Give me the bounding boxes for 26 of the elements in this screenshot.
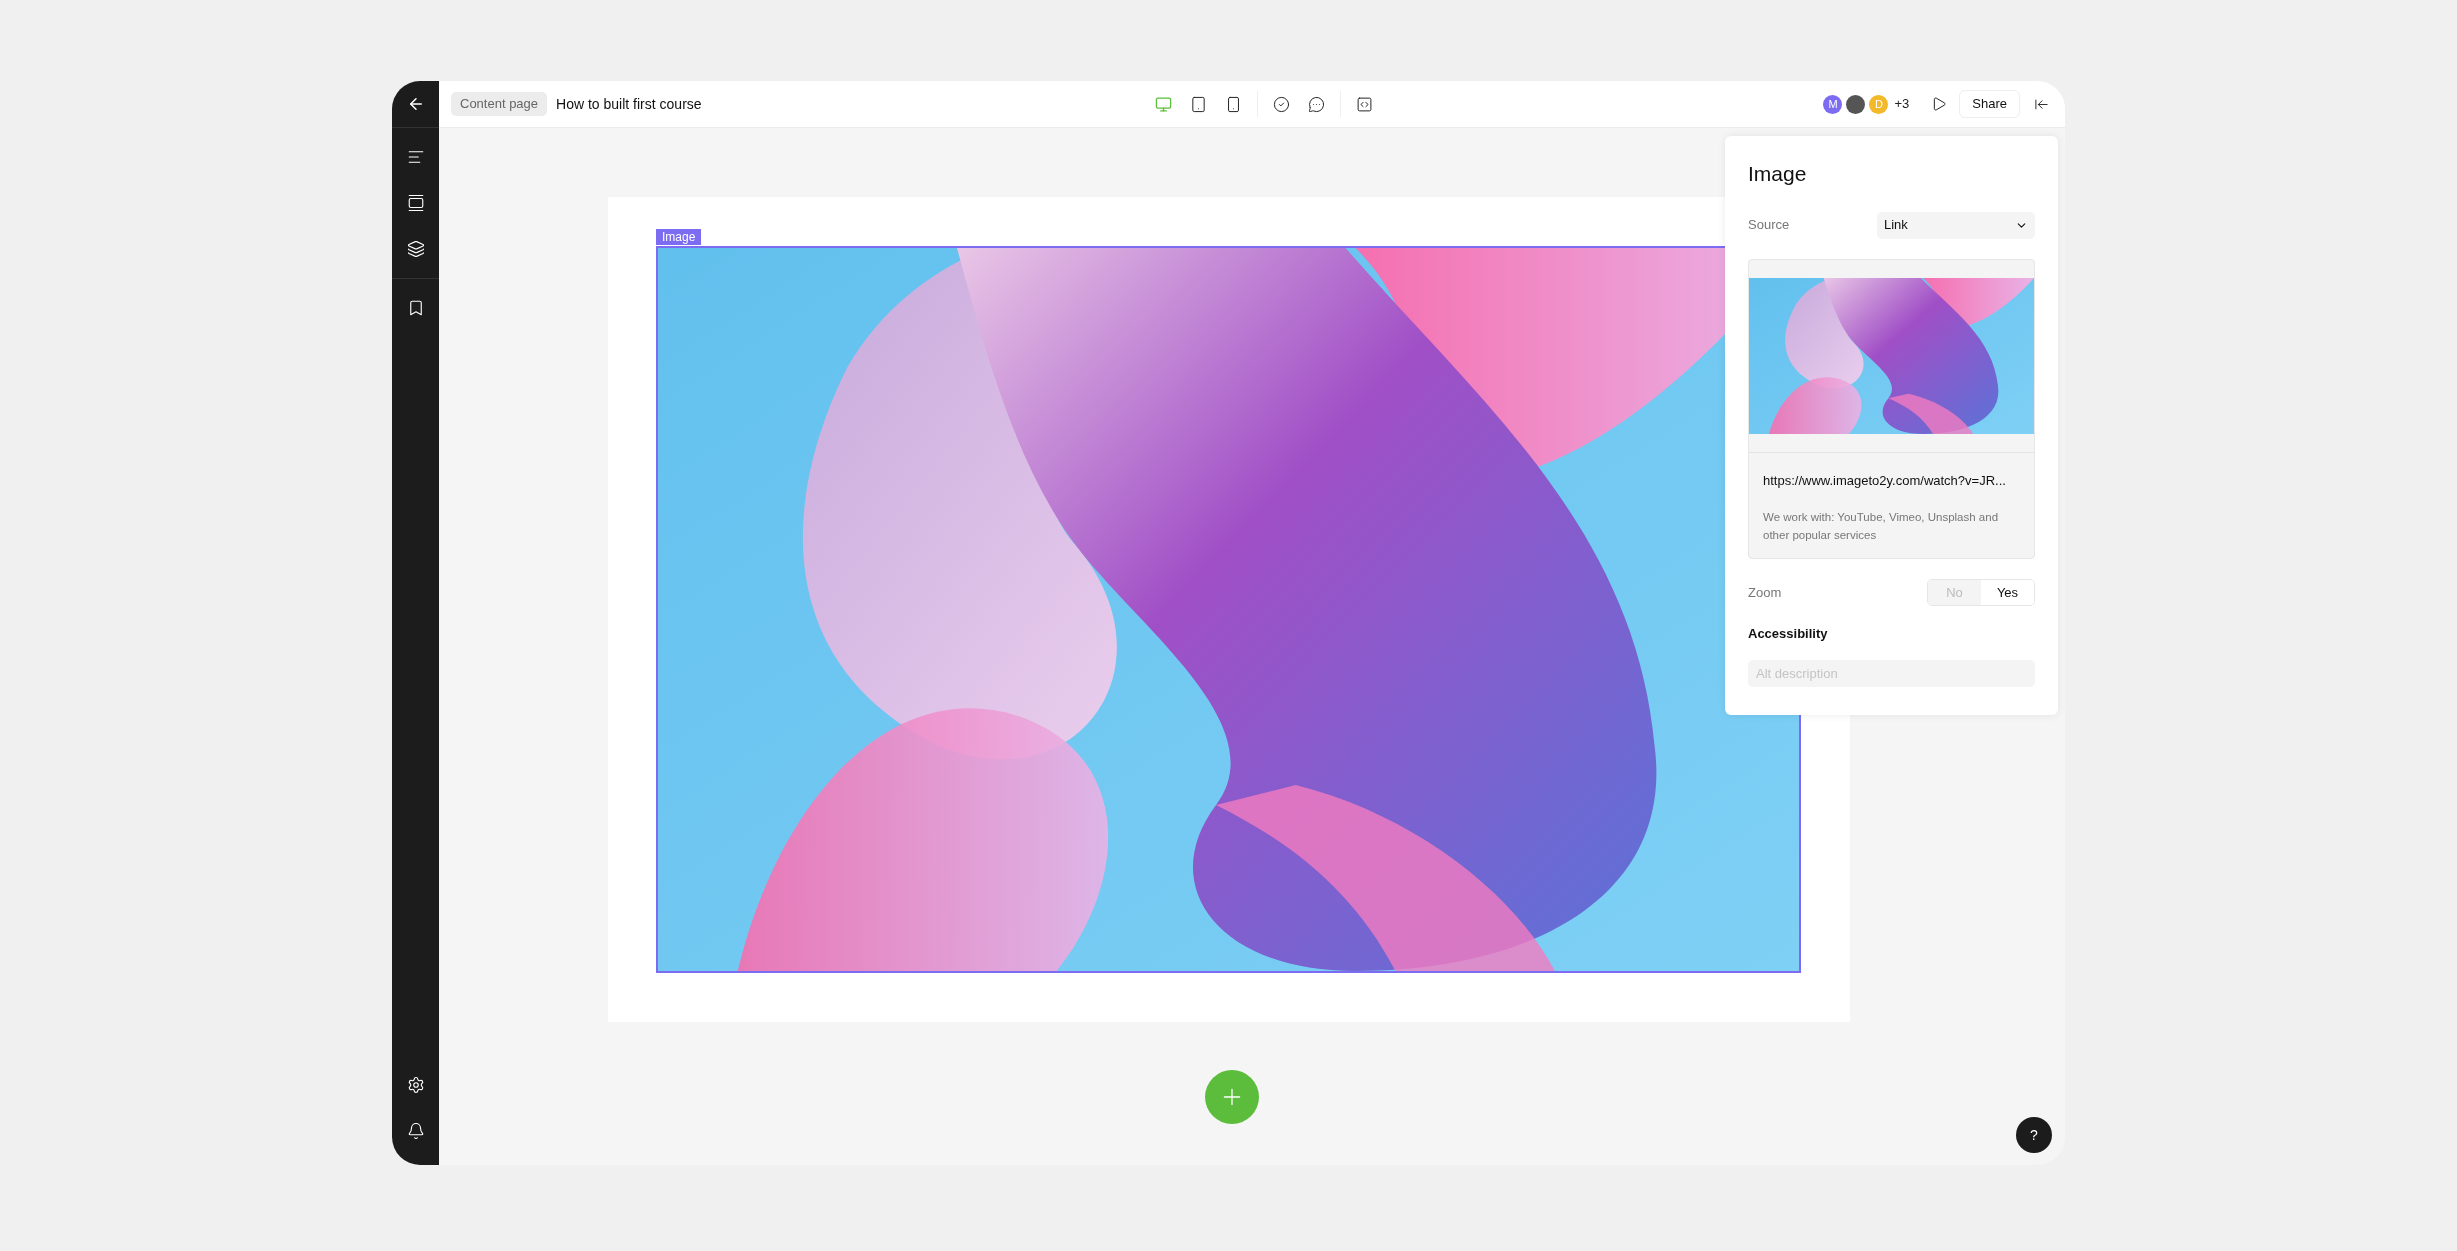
avatar-placeholder[interactable]: [1846, 94, 1866, 114]
breadcrumb-tag[interactable]: Content page: [451, 92, 548, 116]
zoom-label: Zoom: [1748, 583, 1782, 602]
layers-icon[interactable]: [406, 240, 425, 258]
accessibility-heading: Accessibility: [1748, 625, 1829, 643]
avatar[interactable]: M: [1823, 94, 1843, 114]
share-button[interactable]: Share: [1959, 90, 2020, 118]
source-dropdown[interactable]: Link: [1877, 211, 2035, 239]
url-text[interactable]: https://www.imageto2y.com/watch?v=JR...: [1763, 470, 2020, 490]
frame-icon[interactable]: [406, 194, 425, 212]
help-button[interactable]: ?: [2016, 1117, 2052, 1153]
comment-icon[interactable]: [1308, 95, 1325, 113]
more-users-count[interactable]: +3: [1894, 94, 1910, 114]
play-icon[interactable]: [1931, 96, 1948, 112]
phone-icon[interactable]: [1225, 95, 1242, 113]
code-icon[interactable]: [1356, 95, 1373, 113]
page-title: How to built first course: [556, 94, 702, 114]
source-label: Source: [1748, 216, 1790, 235]
tablet-icon[interactable]: [1190, 95, 1207, 113]
block-label: Image: [656, 229, 702, 245]
check-circle-icon[interactable]: [1273, 95, 1290, 113]
panel-title: Image: [1748, 161, 1808, 187]
settings-icon[interactable]: [406, 1076, 425, 1094]
text-lines-icon[interactable]: [406, 148, 425, 166]
helper-text: We work with: YouTube, Vimeo, Unsplash and other popular services: [1763, 510, 2000, 543]
bell-icon[interactable]: [406, 1122, 425, 1140]
